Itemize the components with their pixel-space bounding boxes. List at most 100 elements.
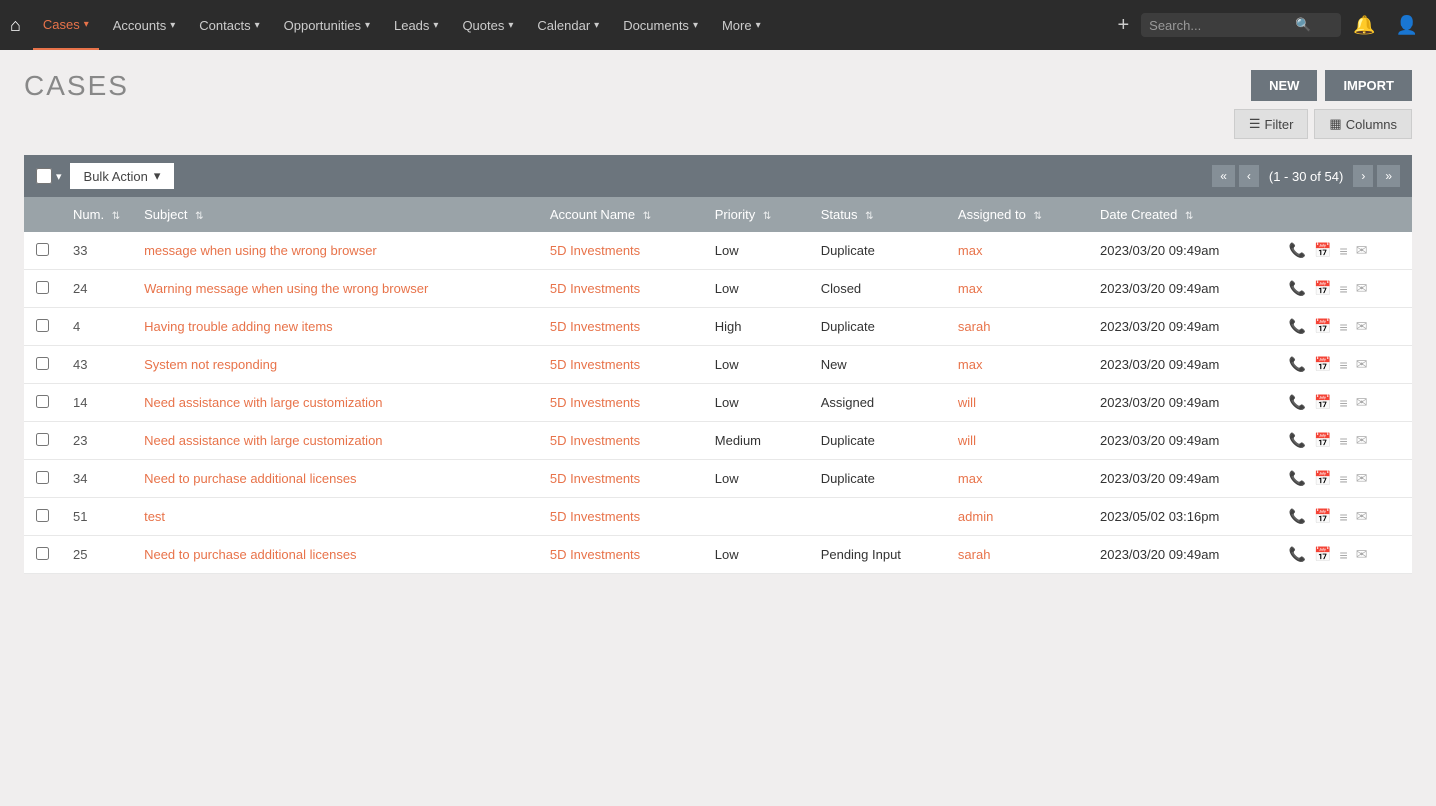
phone-icon[interactable]: 📞 [1289,470,1306,487]
phone-icon[interactable]: 📞 [1289,318,1306,335]
col-assigned-to[interactable]: Assigned to ⇅ [946,197,1088,232]
nav-item-accounts[interactable]: Accounts ▾ [103,0,186,50]
email-icon[interactable]: ✉ [1356,432,1368,449]
calendar-icon[interactable]: 📅 [1314,394,1331,411]
phone-icon[interactable]: 📞 [1289,432,1306,449]
row-checkbox[interactable] [36,471,49,484]
pagination-first-button[interactable]: « [1212,165,1235,187]
add-icon[interactable]: + [1109,14,1137,37]
assigned-link[interactable]: will [958,395,976,410]
calendar-icon[interactable]: 📅 [1314,356,1331,373]
nav-item-leads[interactable]: Leads ▾ [384,0,448,50]
row-checkbox[interactable] [36,281,49,294]
new-button[interactable]: NEW [1251,70,1317,101]
account-link[interactable]: 5D Investments [550,357,640,372]
subject-link[interactable]: Need to purchase additional licenses [144,471,356,486]
list-icon[interactable]: ≡ [1340,509,1348,525]
phone-icon[interactable]: 📞 [1289,394,1306,411]
email-icon[interactable]: ✉ [1356,318,1368,335]
account-link[interactable]: 5D Investments [550,471,640,486]
calendar-icon[interactable]: 📅 [1314,470,1331,487]
email-icon[interactable]: ✉ [1356,508,1368,525]
account-link[interactable]: 5D Investments [550,547,640,562]
subject-link[interactable]: Having trouble adding new items [144,319,333,334]
columns-button[interactable]: ▦ Columns [1314,109,1412,139]
account-link[interactable]: 5D Investments [550,281,640,296]
calendar-icon[interactable]: 📅 [1314,508,1331,525]
subject-link[interactable]: Need assistance with large customization [144,395,382,410]
account-link[interactable]: 5D Investments [550,509,640,524]
email-icon[interactable]: ✉ [1356,356,1368,373]
bell-icon[interactable]: 🔔 [1345,15,1383,36]
email-icon[interactable]: ✉ [1356,470,1368,487]
nav-item-calendar[interactable]: Calendar ▾ [527,0,609,50]
phone-icon[interactable]: 📞 [1289,546,1306,563]
col-date-created[interactable]: Date Created ⇅ [1088,197,1277,232]
account-link[interactable]: 5D Investments [550,319,640,334]
nav-item-more[interactable]: More ▾ [712,0,771,50]
import-button[interactable]: IMPORT [1325,70,1412,101]
phone-icon[interactable]: 📞 [1289,242,1306,259]
calendar-icon[interactable]: 📅 [1314,432,1331,449]
search-input[interactable] [1149,18,1289,33]
account-link[interactable]: 5D Investments [550,395,640,410]
subject-link[interactable]: message when using the wrong browser [144,243,377,258]
row-checkbox[interactable] [36,357,49,370]
email-icon[interactable]: ✉ [1356,546,1368,563]
account-link[interactable]: 5D Investments [550,243,640,258]
pagination-prev-button[interactable]: ‹ [1239,165,1259,187]
assigned-link[interactable]: will [958,433,976,448]
nav-item-opportunities[interactable]: Opportunities ▾ [274,0,380,50]
list-icon[interactable]: ≡ [1340,547,1348,563]
list-icon[interactable]: ≡ [1340,243,1348,259]
assigned-link[interactable]: admin [958,509,993,524]
row-checkbox[interactable] [36,319,49,332]
row-checkbox[interactable] [36,243,49,256]
email-icon[interactable]: ✉ [1356,242,1368,259]
subject-link[interactable]: Warning message when using the wrong bro… [144,281,428,296]
email-icon[interactable]: ✉ [1356,280,1368,297]
checkbox-dropdown-arrow[interactable]: ▾ [56,170,62,183]
subject-link[interactable]: Need to purchase additional licenses [144,547,356,562]
row-checkbox[interactable] [36,547,49,560]
phone-icon[interactable]: 📞 [1289,508,1306,525]
nav-item-quotes[interactable]: Quotes ▾ [452,0,523,50]
col-subject[interactable]: Subject ⇅ [132,197,538,232]
list-icon[interactable]: ≡ [1340,471,1348,487]
select-all-checkbox[interactable] [36,168,52,184]
col-status[interactable]: Status ⇅ [809,197,946,232]
assigned-link[interactable]: max [958,243,983,258]
calendar-icon[interactable]: 📅 [1314,546,1331,563]
col-num[interactable]: Num. ⇅ [61,197,132,232]
nav-item-cases[interactable]: Cases ▾ [33,0,99,50]
col-priority[interactable]: Priority ⇅ [703,197,809,232]
list-icon[interactable]: ≡ [1340,281,1348,297]
col-account-name[interactable]: Account Name ⇅ [538,197,703,232]
calendar-icon[interactable]: 📅 [1314,318,1331,335]
pagination-last-button[interactable]: » [1377,165,1400,187]
list-icon[interactable]: ≡ [1340,357,1348,373]
row-checkbox[interactable] [36,509,49,522]
calendar-icon[interactable]: 📅 [1314,280,1331,297]
list-icon[interactable]: ≡ [1340,319,1348,335]
row-checkbox[interactable] [36,433,49,446]
account-link[interactable]: 5D Investments [550,433,640,448]
assigned-link[interactable]: sarah [958,547,991,562]
home-icon[interactable]: ⌂ [10,15,21,36]
bulk-action-button[interactable]: Bulk Action ▾ [70,163,175,189]
assigned-link[interactable]: max [958,281,983,296]
subject-link[interactable]: System not responding [144,357,277,372]
phone-icon[interactable]: 📞 [1289,280,1306,297]
email-icon[interactable]: ✉ [1356,394,1368,411]
nav-item-documents[interactable]: Documents ▾ [613,0,708,50]
subject-link[interactable]: test [144,509,165,524]
list-icon[interactable]: ≡ [1340,433,1348,449]
assigned-link[interactable]: sarah [958,319,991,334]
row-checkbox[interactable] [36,395,49,408]
subject-link[interactable]: Need assistance with large customization [144,433,382,448]
assigned-link[interactable]: max [958,357,983,372]
assigned-link[interactable]: max [958,471,983,486]
avatar-icon[interactable]: 👤 [1388,15,1426,36]
calendar-icon[interactable]: 📅 [1314,242,1331,259]
pagination-next-button[interactable]: › [1353,165,1373,187]
